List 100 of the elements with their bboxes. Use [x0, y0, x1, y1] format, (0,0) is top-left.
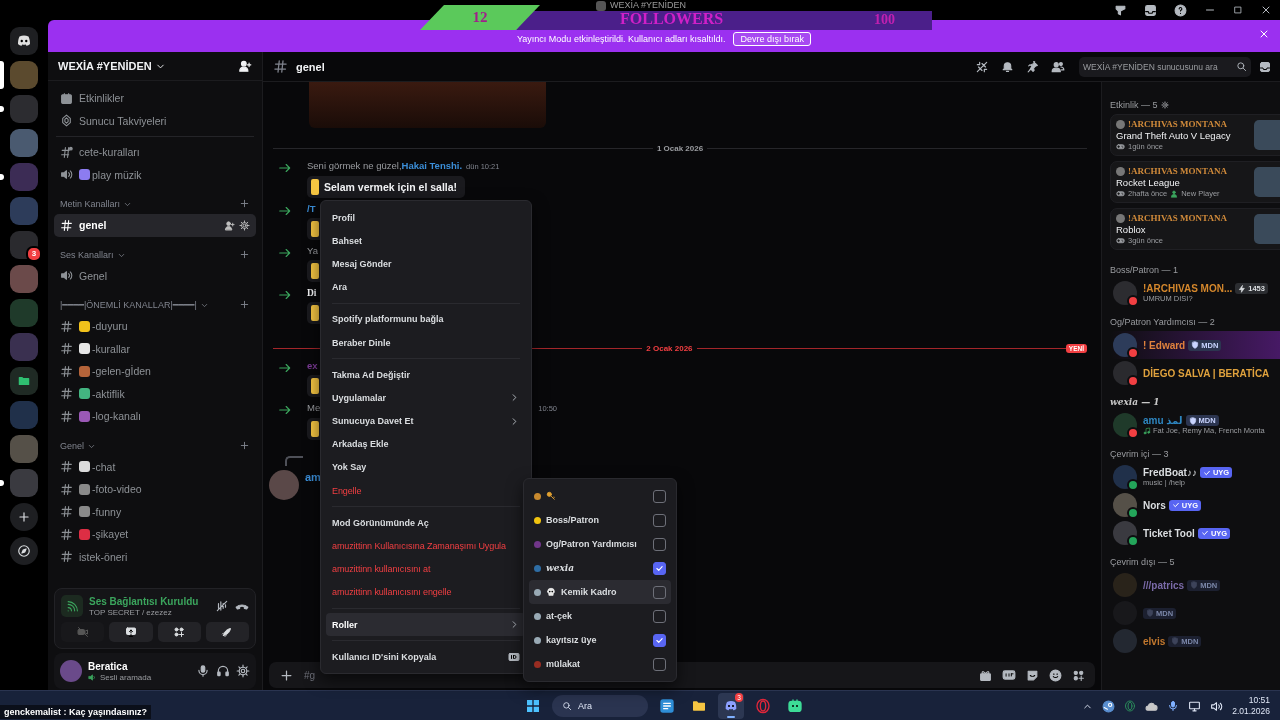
channel-item[interactable]: -duyuru: [54, 315, 256, 338]
menu-item[interactable]: amuzittinn Kullanıcısına Zamanaşımı Uygula: [326, 534, 526, 558]
role-option[interactable]: kayıtsız üye: [529, 628, 671, 652]
settings-icon[interactable]: [239, 219, 250, 231]
add-channel-icon[interactable]: [239, 198, 250, 209]
menu-item[interactable]: Yok Say: [326, 455, 526, 480]
settings-icon[interactable]: [236, 664, 250, 678]
invite-icon[interactable]: [224, 219, 235, 231]
circle-logo-icon[interactable]: [1124, 700, 1137, 712]
threads-icon[interactable]: [975, 59, 989, 74]
username-link[interactable]: am: [305, 470, 321, 484]
menu-item[interactable]: amuzittinn kullanıcısını engelle: [326, 580, 526, 604]
channel-item[interactable]: -chat: [54, 455, 256, 478]
channel-item[interactable]: -kurallar: [54, 337, 256, 360]
role-option[interactable]: wexia: [529, 556, 671, 580]
channel-item[interactable]: -foto-video: [54, 478, 256, 501]
menu-item[interactable]: Mod Görünümünde Aç: [326, 511, 526, 535]
menu-item[interactable]: Mesaj Gönder: [326, 252, 526, 276]
menu-item[interactable]: Takma Ad Değiştir: [326, 363, 526, 387]
role-option[interactable]: Kemik Kadro: [529, 580, 671, 604]
screen-share-button[interactable]: [109, 622, 153, 642]
menu-item[interactable]: amuzittinn kullanıcısını at: [326, 557, 526, 581]
checkbox[interactable]: [653, 657, 666, 671]
channel-item[interactable]: cete-kuralları: [54, 141, 256, 164]
noise-suppression-icon[interactable]: [215, 599, 229, 613]
add-channel-icon[interactable]: [239, 299, 250, 310]
server-header[interactable]: WEXİA #YENİDEN: [48, 52, 262, 81]
menu-item[interactable]: Engelle: [326, 479, 526, 503]
search-field[interactable]: WEXİA #YENİDEN sunucusunu ara: [1079, 56, 1251, 77]
channel-item[interactable]: -aktiflik: [54, 382, 256, 405]
checkbox[interactable]: [653, 585, 666, 599]
checkbox[interactable]: [653, 489, 666, 503]
server-button[interactable]: 3: [0, 230, 48, 260]
add-channel-icon[interactable]: [239, 439, 250, 451]
menu-item[interactable]: Uygulamalar: [326, 386, 526, 410]
channel-item[interactable]: play müzik: [54, 163, 256, 186]
volume-icon[interactable]: [1210, 699, 1224, 713]
microphone-icon[interactable]: [196, 664, 210, 678]
member-list-item[interactable]: DİEGO SALVA | BERATİCA: [1110, 359, 1280, 387]
category-header[interactable]: Metin Kanalları: [54, 186, 256, 214]
close-icon[interactable]: [1258, 28, 1270, 40]
role-option[interactable]: at-çek: [529, 604, 671, 628]
help-icon[interactable]: [1174, 3, 1187, 17]
sticker-icon[interactable]: [1026, 668, 1039, 682]
menu-item[interactable]: Ara: [326, 275, 526, 299]
channel-item[interactable]: -gelen-gİden: [54, 360, 256, 383]
checkbox[interactable]: [653, 537, 666, 551]
sidebar-item[interactable]: Etkinlikler: [54, 87, 256, 110]
sidebar-item[interactable]: Sunucu Takviyeleri: [54, 109, 256, 132]
microphone-icon[interactable]: [1167, 700, 1180, 712]
role-option[interactable]: Boss/Patron: [529, 508, 671, 532]
channel-item[interactable]: -şikayet: [54, 523, 256, 546]
settings-icon[interactable]: [1160, 101, 1169, 109]
maximize-icon[interactable]: [1233, 5, 1243, 15]
monitor-icon[interactable]: [1188, 699, 1202, 713]
checkbox[interactable]: [653, 513, 666, 527]
checkbox[interactable]: [653, 561, 666, 575]
checkbox[interactable]: [653, 633, 666, 647]
soundboard-button[interactable]: [205, 622, 249, 642]
menu-item[interactable]: Arkadaş Ekle: [326, 432, 526, 456]
inbox-icon[interactable]: [1144, 3, 1157, 17]
attach-plus-icon[interactable]: [279, 667, 294, 683]
headset-icon[interactable]: [216, 664, 230, 678]
channel-item[interactable]: Genel: [54, 264, 256, 287]
category-header[interactable]: |━━━━|ÖNEMLİ KANALLAR|━━━━|: [54, 287, 256, 315]
menu-item[interactable]: Beraber Dinle: [326, 330, 526, 355]
close-icon[interactable]: [1260, 4, 1272, 16]
channel-item[interactable]: genel: [54, 214, 256, 237]
pin-icon[interactable]: [1026, 59, 1039, 73]
invite-icon[interactable]: [238, 59, 252, 73]
channel-item[interactable]: istek-öneri: [54, 545, 256, 568]
emoji-icon[interactable]: [1049, 668, 1062, 682]
menu-item[interactable]: Profil: [326, 206, 526, 230]
category-header[interactable]: Genel: [54, 427, 256, 456]
menu-item[interactable]: Bahset: [326, 229, 526, 253]
wave-button[interactable]: Selam vermek için el salla!: [307, 176, 466, 198]
steam-logo-icon[interactable]: [1102, 699, 1116, 713]
channel-item[interactable]: -funny: [54, 500, 256, 523]
members-icon[interactable]: [1051, 59, 1065, 74]
activities-button[interactable]: [157, 622, 201, 642]
channel-item[interactable]: -log-kanalı: [54, 405, 256, 428]
tool-icon[interactable]: [1114, 3, 1127, 17]
server-icon: [10, 95, 38, 123]
menu-item[interactable]: Spotify platformunu bağla: [326, 307, 526, 331]
username-link[interactable]: Hakai Tenshi.: [401, 159, 463, 173]
username-link[interactable]: /T: [307, 202, 316, 216]
disable-button[interactable]: Devre dışı bırak: [733, 32, 811, 46]
inbox-icon[interactable]: [1259, 60, 1271, 73]
apps-icon[interactable]: [1072, 668, 1085, 682]
category-header[interactable]: Ses Kanalları: [54, 236, 256, 265]
gift-icon[interactable]: [979, 668, 992, 682]
search-input[interactable]: WEXİA #YENİDEN sunucusunu ara: [1083, 61, 1233, 72]
checkbox[interactable]: [653, 609, 666, 623]
menu-item[interactable]: Roller: [326, 613, 526, 637]
bell-icon[interactable]: [1001, 59, 1014, 73]
search-field[interactable]: Ara: [552, 695, 648, 717]
menu-item[interactable]: Sunucuya Davet Et: [326, 409, 526, 433]
gif-icon[interactable]: [1002, 668, 1016, 682]
role-option[interactable]: Og/Patron Yardımcısı: [529, 532, 671, 556]
add-channel-icon[interactable]: [239, 248, 250, 260]
